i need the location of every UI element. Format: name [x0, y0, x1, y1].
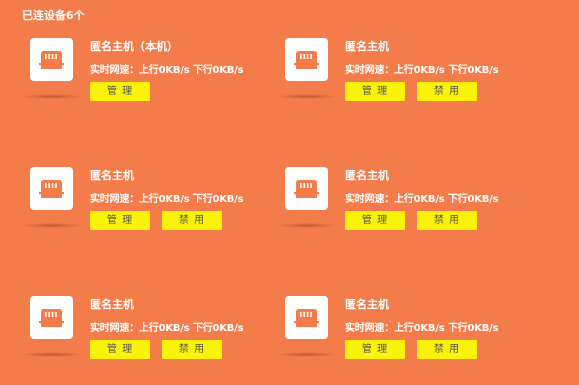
icon-shadow — [22, 223, 82, 228]
speed-label: 实时网速： — [90, 323, 139, 334]
manage-button[interactable]: 管 理 — [90, 211, 150, 230]
realtime-speed: 实时网速：上行0KB/s 下行0KB/s — [90, 64, 244, 77]
manage-button[interactable]: 管 理 — [345, 340, 405, 359]
disable-button[interactable]: 禁 用 — [417, 82, 477, 101]
speed-label: 实时网速： — [90, 65, 139, 76]
device-card: 匿名主机 实时网速：上行0KB/s 下行0KB/s 管 理 禁 用 — [277, 38, 537, 123]
realtime-speed: 实时网速：上行0KB/s 下行0KB/s — [345, 193, 499, 206]
disable-button[interactable]: 禁 用 — [162, 211, 222, 230]
download-speed: 下行0KB/s — [192, 194, 244, 205]
disable-button[interactable]: 禁 用 — [417, 211, 477, 230]
device-name: 匿名主机（本机） — [90, 40, 178, 53]
device-card: 匿名主机（本机） 实时网速：上行0KB/s 下行0KB/s 管 理 — [22, 38, 282, 123]
manage-button[interactable]: 管 理 — [90, 82, 150, 101]
device-card: 匿名主机 实时网速：上行0KB/s 下行0KB/s 管 理 禁 用 — [22, 167, 282, 252]
upload-speed: 上行0KB/s — [394, 65, 445, 76]
disable-button[interactable]: 禁 用 — [417, 340, 477, 359]
router-port-icon — [294, 308, 319, 327]
realtime-speed: 实时网速：上行0KB/s 下行0KB/s — [345, 322, 499, 335]
router-port-icon — [39, 50, 64, 69]
router-port-icon — [294, 50, 319, 69]
device-card: 匿名主机 实时网速：上行0KB/s 下行0KB/s 管 理 禁 用 — [277, 167, 537, 252]
download-speed: 下行0KB/s — [192, 323, 244, 334]
device-name: 匿名主机 — [345, 40, 389, 53]
icon-shadow — [277, 352, 337, 357]
device-icon-box — [30, 38, 73, 81]
device-icon-box — [285, 38, 328, 81]
connected-devices-count: 已连设备6个 — [22, 9, 85, 22]
realtime-speed: 实时网速：上行0KB/s 下行0KB/s — [90, 193, 244, 206]
download-speed: 下行0KB/s — [447, 323, 499, 334]
device-name: 匿名主机 — [90, 298, 134, 311]
device-card: 匿名主机 实时网速：上行0KB/s 下行0KB/s 管 理 禁 用 — [22, 296, 282, 381]
download-speed: 下行0KB/s — [192, 65, 244, 76]
download-speed: 下行0KB/s — [447, 65, 499, 76]
speed-label: 实时网速： — [345, 323, 394, 334]
upload-speed: 上行0KB/s — [394, 323, 445, 334]
icon-shadow — [22, 94, 82, 99]
router-port-icon — [294, 179, 319, 198]
upload-speed: 上行0KB/s — [139, 65, 190, 76]
device-name: 匿名主机 — [90, 169, 134, 182]
icon-shadow — [22, 352, 82, 357]
speed-label: 实时网速： — [345, 65, 394, 76]
device-icon-box — [285, 296, 328, 339]
device-icon-box — [285, 167, 328, 210]
speed-label: 实时网速： — [90, 194, 139, 205]
upload-speed: 上行0KB/s — [139, 194, 190, 205]
device-name: 匿名主机 — [345, 169, 389, 182]
device-icon-box — [30, 296, 73, 339]
upload-speed: 上行0KB/s — [139, 323, 190, 334]
device-card: 匿名主机 实时网速：上行0KB/s 下行0KB/s 管 理 禁 用 — [277, 296, 537, 381]
manage-button[interactable]: 管 理 — [90, 340, 150, 359]
device-icon-box — [30, 167, 73, 210]
router-port-icon — [39, 179, 64, 198]
manage-button[interactable]: 管 理 — [345, 82, 405, 101]
download-speed: 下行0KB/s — [447, 194, 499, 205]
upload-speed: 上行0KB/s — [394, 194, 445, 205]
icon-shadow — [277, 223, 337, 228]
realtime-speed: 实时网速：上行0KB/s 下行0KB/s — [90, 322, 244, 335]
router-port-icon — [39, 308, 64, 327]
manage-button[interactable]: 管 理 — [345, 211, 405, 230]
speed-label: 实时网速： — [345, 194, 394, 205]
disable-button[interactable]: 禁 用 — [162, 340, 222, 359]
realtime-speed: 实时网速：上行0KB/s 下行0KB/s — [345, 64, 499, 77]
device-name: 匿名主机 — [345, 298, 389, 311]
icon-shadow — [277, 94, 337, 99]
